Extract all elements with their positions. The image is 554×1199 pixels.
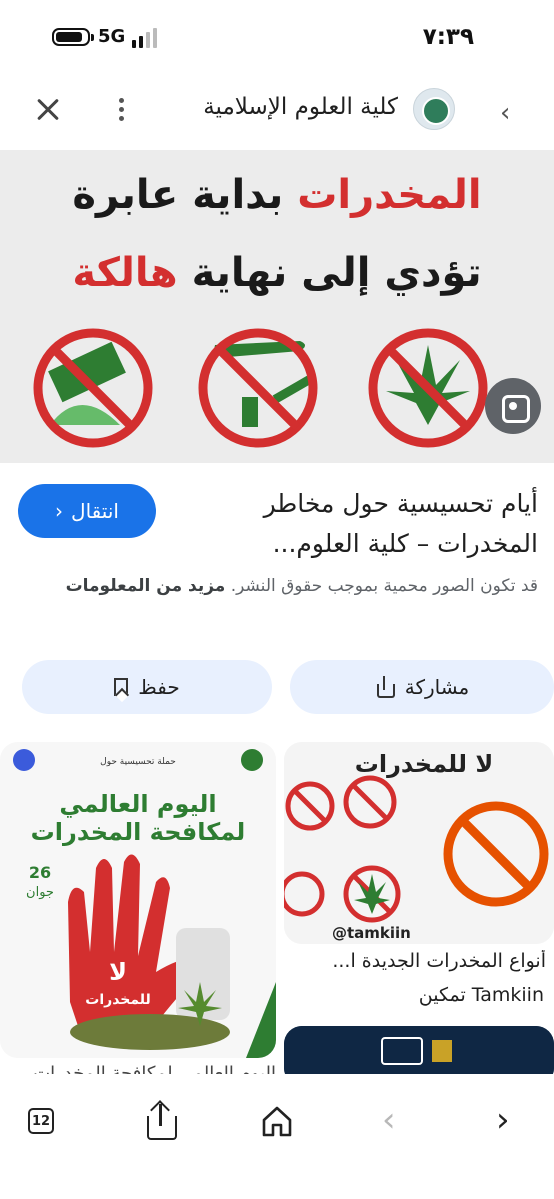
poster-date-day: 26 — [29, 863, 51, 882]
signal-icon — [132, 28, 164, 48]
poster-handle: @tamkiin — [332, 924, 411, 942]
save-button[interactable]: حفظ — [22, 660, 272, 714]
poster-header: حملة تحسيسية حول — [100, 757, 176, 767]
related-image-right[interactable]: لا للمخدرات @tamkiin — [284, 742, 554, 944]
chevron-right-icon[interactable]: ‹ — [500, 98, 520, 128]
hero-word-deadly: هالكة — [72, 250, 178, 296]
save-label: حفظ — [138, 675, 180, 699]
back-arrow-icon[interactable]: ‹ — [382, 1100, 396, 1140]
poster-title-2: لمكافحة المخدرات — [31, 818, 246, 846]
poster-title-1: اليوم العالمي — [59, 790, 216, 818]
related-source: Tamkiin تمكين — [418, 984, 544, 1006]
tabs-button[interactable]: 12 — [28, 1108, 54, 1134]
copyright-notice: قد تكون الصور محمية بموجب حقوق النشر. مز… — [16, 572, 538, 601]
poster-date-month: جوان — [26, 885, 54, 900]
visit-label: انتقال — [71, 499, 119, 523]
poster-badge-text: للمخدرات — [85, 992, 150, 1008]
hero-line-2-rest: تؤدي إلى نهاية — [177, 250, 482, 296]
no-cannabis-icon — [368, 328, 488, 448]
lens-search-icon[interactable] — [485, 378, 541, 434]
hero-line-2: تؤدي إلى نهاية هالكة — [0, 250, 554, 296]
hero-line-1: المخدرات بداية عابرة — [0, 172, 554, 218]
result-title[interactable]: أيام تحسيسية حول مخاطر المخدرات – كلية ا… — [178, 484, 538, 564]
more-info-link[interactable]: مزيد من المعلومات — [66, 576, 226, 596]
share-label: مشاركة — [404, 675, 470, 699]
share-button[interactable]: مشاركة — [290, 660, 554, 714]
prohibition-signs — [33, 328, 488, 448]
hero-image[interactable]: المخدرات بداية عابرة تؤدي إلى نهاية هالك… — [0, 150, 554, 463]
viewer-header: كلية العلوم الإسلامية ‹ — [0, 78, 554, 144]
poster-no: لا — [109, 958, 127, 986]
poster-no-drugs: لا للمخدرات — [355, 750, 493, 778]
copyright-text: قد تكون الصور محمية بموجب حقوق النشر. — [230, 576, 538, 596]
status-bar: 5G ٧:٣٩ — [0, 0, 554, 70]
close-icon[interactable] — [32, 92, 66, 126]
related-image-left[interactable]: حملة تحسيسية حول اليوم العالمي لمكافحة ا… — [0, 742, 276, 1058]
visit-button[interactable]: انتقال ‹ — [18, 484, 156, 538]
chevron-left-icon: ‹ — [55, 499, 64, 523]
related-title[interactable]: أنواع المخدرات الجديدة ا... — [286, 950, 546, 972]
hero-line-1-rest: بداية عابرة — [72, 172, 298, 218]
share-icon — [375, 676, 395, 698]
network-type: 5G — [98, 26, 126, 47]
site-name[interactable]: كلية العلوم الإسلامية — [203, 94, 398, 120]
no-syringe-icon — [198, 328, 318, 448]
more-options-icon[interactable] — [110, 94, 134, 126]
no-powder-icon — [33, 328, 153, 448]
forward-arrow-icon[interactable]: › — [496, 1100, 510, 1140]
battery-icon — [52, 28, 94, 46]
share-page-icon[interactable] — [144, 1100, 177, 1140]
hero-word-drugs: المخدرات — [297, 172, 482, 218]
site-logo — [413, 88, 455, 130]
bottom-toolbar: 12 ‹ › — [0, 1074, 554, 1199]
home-icon[interactable] — [260, 1104, 294, 1138]
campaign-poster: حملة تحسيسية حول اليوم العالمي لمكافحة ا… — [0, 742, 276, 1058]
drug-types-poster: لا للمخدرات @tamkiin — [284, 742, 554, 944]
bookmark-icon — [114, 678, 129, 696]
clock: ٧:٣٩ — [422, 24, 474, 50]
